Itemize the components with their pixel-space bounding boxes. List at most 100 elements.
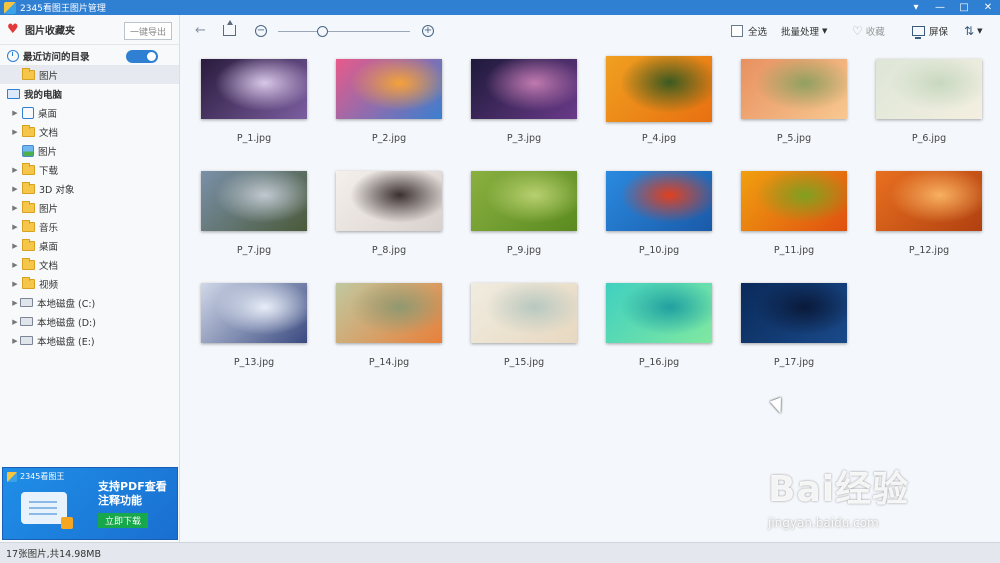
expand-arrow-icon[interactable]: ▶ (10, 128, 20, 136)
image-thumbnail-item[interactable]: P_16.jpg (586, 280, 721, 390)
sidebar-tree-item[interactable]: ▶图片 (0, 141, 179, 160)
expand-arrow-icon[interactable]: ▶ (10, 223, 20, 231)
thumbnail-image[interactable] (606, 283, 712, 343)
checkbox-icon (731, 25, 743, 37)
thumbnail-image[interactable] (471, 171, 577, 231)
title-bar: 2345看图王图片管理 ▾ — □ ✕ (0, 0, 1000, 15)
image-thumbnail-item[interactable]: P_15.jpg (451, 280, 586, 390)
expand-arrow-icon[interactable]: ▶ (10, 204, 20, 212)
batch-process-dropdown[interactable]: 批量处理 ▼ (781, 24, 827, 38)
image-thumbnail-item[interactable]: P_12.jpg (856, 168, 991, 278)
thumbnail-image[interactable] (741, 59, 847, 119)
screensaver-button[interactable]: 屏保 (912, 24, 948, 39)
thumbnail-image[interactable] (336, 171, 442, 231)
image-thumbnail-item[interactable]: P_14.jpg (316, 280, 451, 390)
thumbnail-image[interactable] (201, 59, 307, 119)
expand-arrow-icon[interactable]: ▶ (10, 337, 20, 345)
toolbar: ← − + 全选 批量处理 ▼ ♡ 收藏 屏保 ⇅ ▼ (181, 15, 1000, 48)
favorite-button[interactable]: ♡ 收藏 (852, 24, 885, 38)
expand-arrow-icon[interactable]: ▶ (10, 185, 20, 193)
zoom-in-icon[interactable]: + (422, 25, 434, 37)
zoom-slider-handle[interactable] (316, 26, 328, 37)
sidebar-tree-item[interactable]: ▶ 3D 对象 (0, 179, 179, 198)
tree-item-label: 本地磁盘 (E:) (37, 336, 95, 348)
back-arrow-icon[interactable]: ← (195, 23, 206, 38)
expand-arrow-icon[interactable]: ▶ (10, 261, 20, 269)
download-now-button[interactable]: 立即下载 (98, 513, 148, 528)
tree-item-label: 图片 (38, 146, 58, 158)
image-thumbnail-item[interactable]: P_11.jpg (721, 168, 856, 278)
expand-arrow-icon[interactable]: ▶ (10, 166, 20, 174)
menu-dropdown-icon[interactable]: ▾ (904, 0, 928, 15)
thumbnail-image[interactable] (336, 283, 442, 343)
thumbnail-image[interactable] (471, 59, 577, 119)
image-thumbnail-item[interactable]: P_4.jpg (586, 56, 721, 166)
drive-icon (20, 336, 33, 345)
sidebar-tree-item[interactable]: ▶ 本地磁盘 (D:) (0, 312, 179, 331)
expand-arrow-icon[interactable]: ▶ (10, 299, 20, 307)
zoom-slider[interactable] (278, 31, 410, 32)
thumbnail-image[interactable] (741, 171, 847, 231)
image-thumbnail-item[interactable]: P_7.jpg (181, 168, 316, 278)
favorites-header[interactable]: ♥ 图片收藏夹 一键导出 (0, 15, 179, 45)
thumbnail-image[interactable] (606, 171, 712, 231)
recent-directories-row[interactable]: 最近访问的目录 (0, 46, 179, 65)
thumbnail-image[interactable] (606, 56, 712, 122)
thumbnail-image[interactable] (741, 283, 847, 343)
sidebar-tree-item[interactable]: ▶ 桌面 (0, 236, 179, 255)
image-thumbnail-item[interactable]: P_1.jpg (181, 56, 316, 166)
tree-item-label: 3D 对象 (39, 184, 75, 196)
thumbnail-image[interactable] (336, 59, 442, 119)
thumbnail-image[interactable] (471, 283, 577, 343)
thumbnail-image[interactable] (201, 171, 307, 231)
sidebar-tree-item[interactable]: ▶ 桌面 (0, 103, 179, 122)
image-thumbnail-item[interactable]: P_5.jpg (721, 56, 856, 166)
status-bar: 17张图片,共14.98MB (0, 542, 1000, 563)
sidebar-tree-item[interactable]: ▶ 文档 (0, 255, 179, 274)
tree-item-label: 桌面 (38, 108, 58, 120)
document-icon (21, 492, 73, 529)
export-button[interactable]: 一键导出 (124, 22, 172, 40)
expand-arrow-icon[interactable]: ▶ (10, 280, 20, 288)
select-all-checkbox[interactable]: 全选 (731, 24, 767, 38)
sidebar-tree-item[interactable]: ▶ 本地磁盘 (E:) (0, 331, 179, 350)
zoom-out-icon[interactable]: − (255, 25, 267, 37)
image-thumbnail-item[interactable]: P_10.jpg (586, 168, 721, 278)
file-name: P_6.jpg (911, 133, 947, 144)
ad-brand-label: 2345看图王 (20, 472, 65, 481)
expand-arrow-icon[interactable]: ▶ (10, 109, 20, 117)
thumbnail-image[interactable] (876, 59, 982, 119)
maximize-icon[interactable]: □ (952, 0, 976, 15)
thumbnail-image[interactable] (201, 283, 307, 343)
thumbnail-image[interactable] (876, 171, 982, 231)
sidebar-tree-item[interactable]: ▶ 本地磁盘 (C:) (0, 293, 179, 312)
expand-arrow-icon[interactable]: ▶ (10, 242, 20, 250)
close-icon[interactable]: ✕ (976, 0, 1000, 15)
expand-arrow-icon[interactable]: ▶ (10, 318, 20, 326)
sidebar-tree-item[interactable]: ▶ 视频 (0, 274, 179, 293)
image-thumbnail-item[interactable]: P_17.jpg (721, 280, 856, 390)
tree-item-label: 文档 (39, 127, 59, 139)
minimize-icon[interactable]: — (928, 0, 952, 15)
drive-icon (20, 317, 33, 326)
image-thumbnail-item[interactable]: P_8.jpg (316, 168, 451, 278)
image-thumbnail-item[interactable]: P_2.jpg (316, 56, 451, 166)
sidebar-tree-item[interactable]: ▶ 音乐 (0, 217, 179, 236)
sort-dropdown[interactable]: ⇅ ▼ (964, 24, 982, 38)
up-folder-icon[interactable] (223, 20, 236, 36)
app-logo-icon (7, 471, 17, 482)
recent-item-pictures[interactable]: 图片 (0, 65, 179, 84)
folder-icon (22, 219, 35, 232)
image-thumbnail-item[interactable]: P_9.jpg (451, 168, 586, 278)
recent-toggle[interactable] (126, 50, 158, 63)
recent-label: 最近访问的目录 (23, 51, 90, 63)
my-computer-row[interactable]: 我的电脑 (0, 84, 179, 103)
sidebar-tree-item[interactable]: ▶图片 (0, 198, 179, 217)
ad-banner[interactable]: 2345看图王 支持PDF查看注释功能 立即下载 (2, 467, 178, 540)
image-thumbnail-item[interactable]: P_13.jpg (181, 280, 316, 390)
sidebar-tree-item[interactable]: ▶ 下载 (0, 160, 179, 179)
sidebar-tree-item[interactable]: ▶ 文档 (0, 122, 179, 141)
image-thumbnail-item[interactable]: P_6.jpg (856, 56, 991, 166)
image-thumbnail-item[interactable]: P_3.jpg (451, 56, 586, 166)
folder-icon (22, 238, 35, 251)
